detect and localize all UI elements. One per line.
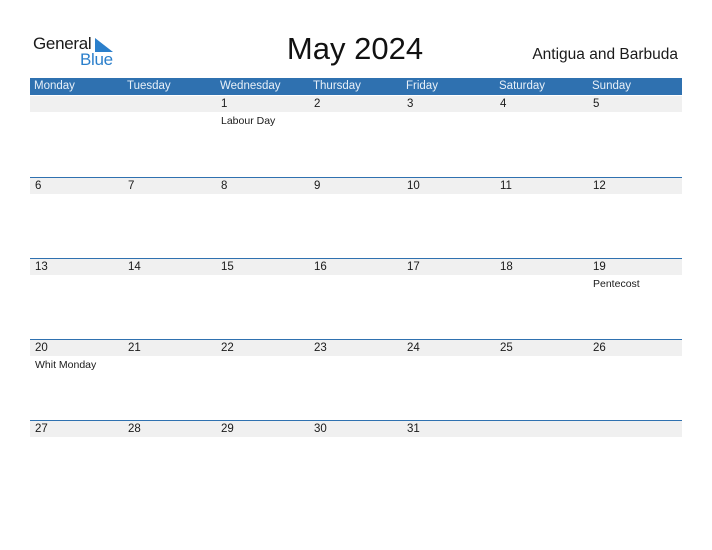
day-number: 2 (314, 98, 321, 110)
day-cell: 14 (123, 259, 216, 339)
day-number: 27 (35, 423, 48, 435)
day-number: 15 (221, 261, 234, 273)
day-number: 7 (128, 180, 135, 192)
day-number: 29 (221, 423, 234, 435)
weekday-saturday: Saturday (499, 80, 546, 92)
day-cell: 7 (123, 178, 216, 258)
day-cell: 25 (495, 340, 588, 420)
weekday-thursday: Thursday (313, 80, 361, 92)
day-cell: 10 (402, 178, 495, 258)
day-cell (30, 96, 123, 176)
day-cell: 4 (495, 96, 588, 176)
day-number: 8 (221, 180, 228, 192)
weekday-sunday: Sunday (592, 80, 632, 92)
day-number: 28 (128, 423, 141, 435)
day-number: 18 (500, 261, 513, 273)
day-cell: 19 Pentecost (588, 259, 681, 339)
holiday-label: Labour Day (221, 115, 276, 127)
day-cell: 27 (30, 421, 123, 501)
day-number: 24 (407, 342, 420, 354)
day-cell: 17 (402, 259, 495, 339)
day-cell: 12 (588, 178, 681, 258)
month-year: May 2024 (286, 31, 424, 66)
day-cell: 18 (495, 259, 588, 339)
day-cell: 11 (495, 178, 588, 258)
day-number: 12 (593, 180, 606, 192)
day-number: 5 (593, 98, 600, 110)
week-row: 13 14 15 16 17 18 19 Pentecost (30, 258, 682, 339)
day-number: 30 (314, 423, 327, 435)
day-cell (123, 96, 216, 176)
day-number: 13 (35, 261, 48, 273)
day-number: 16 (314, 261, 327, 273)
day-number: 9 (314, 180, 321, 192)
day-number: 26 (593, 342, 606, 354)
day-cell: 30 (309, 421, 402, 501)
day-number: 4 (500, 98, 507, 110)
day-number: 3 (407, 98, 414, 110)
day-number: 19 (593, 261, 606, 273)
holiday-label: Whit Monday (35, 359, 97, 371)
weekday-monday: Monday (34, 80, 75, 92)
day-number: 1 (221, 98, 228, 110)
day-number: 23 (314, 342, 327, 354)
day-cell (588, 421, 681, 501)
day-cell: 5 (588, 96, 681, 176)
day-cell: 24 (402, 340, 495, 420)
day-cell: 22 (216, 340, 309, 420)
day-number: 22 (221, 342, 234, 354)
holiday-label: Pentecost (593, 278, 640, 290)
day-cell: 20 Whit Monday (30, 340, 123, 420)
day-number: 20 (35, 342, 48, 354)
country-name: Antigua and Barbuda (532, 46, 678, 63)
day-cell: 3 (402, 96, 495, 176)
weekday-header: Monday Tuesday Wednesday Thursday Friday… (30, 78, 682, 95)
weekday-friday: Friday (406, 80, 438, 92)
day-cell: 2 (309, 96, 402, 176)
day-cell: 23 (309, 340, 402, 420)
day-cell: 15 (216, 259, 309, 339)
day-cell: 28 (123, 421, 216, 501)
weekday-wednesday: Wednesday (220, 80, 281, 92)
day-number: 14 (128, 261, 141, 273)
day-number: 10 (407, 180, 420, 192)
day-cell: 21 (123, 340, 216, 420)
day-number: 31 (407, 423, 420, 435)
day-cell: 8 (216, 178, 309, 258)
week-row: 6 7 8 9 10 11 12 (30, 177, 682, 258)
weekday-tuesday: Tuesday (127, 80, 171, 92)
day-number: 17 (407, 261, 420, 273)
week-row: 1 Labour Day 2 3 4 5 (30, 95, 682, 176)
day-cell: 13 (30, 259, 123, 339)
day-number: 25 (500, 342, 513, 354)
week-row: 20 Whit Monday 21 22 23 24 25 26 (30, 339, 682, 420)
day-number: 21 (128, 342, 141, 354)
day-cell: 26 (588, 340, 681, 420)
day-cell: 16 (309, 259, 402, 339)
day-cell: 29 (216, 421, 309, 501)
day-number: 11 (500, 180, 512, 192)
day-cell: 1 Labour Day (216, 96, 309, 176)
day-cell (495, 421, 588, 501)
day-cell: 6 (30, 178, 123, 258)
day-number: 6 (35, 180, 42, 192)
week-row: 27 28 29 30 31 (30, 420, 682, 501)
day-cell: 9 (309, 178, 402, 258)
day-cell: 31 (402, 421, 495, 501)
